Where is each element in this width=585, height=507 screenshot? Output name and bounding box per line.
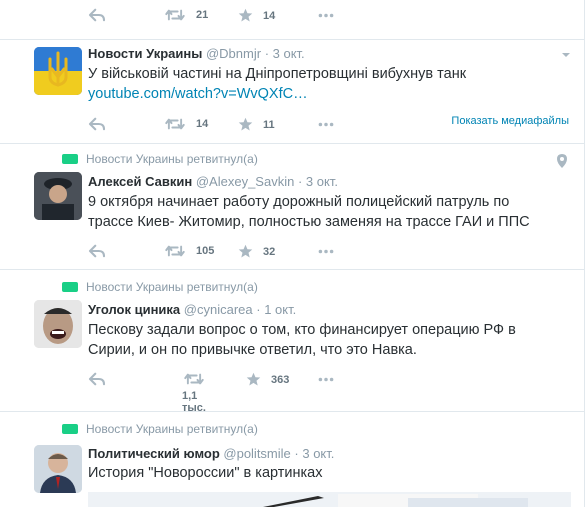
media-preview[interactable] — [88, 492, 571, 507]
tweet-header: Алексей Савкин @Alexey_Savkin · 3 окт. — [88, 174, 338, 189]
tweet-text: 9 октября начинает работу дорожный полиц… — [88, 194, 530, 230]
retweet-context-text[interactable]: Новости Украины ретвитнул(а) — [86, 280, 258, 294]
tweet-time[interactable]: · 3 окт. — [265, 46, 305, 61]
tweet-header: Политический юмор @politsmile · 3 окт. — [88, 446, 334, 461]
more-icon — [318, 13, 334, 18]
tweet-body: У військовій частині на Дніпропетровщині… — [88, 66, 467, 82]
author-name[interactable]: Алексей Савкин — [88, 174, 192, 189]
reply-icon — [88, 372, 106, 386]
retweet-icon — [164, 244, 186, 258]
author-handle[interactable]: @Alexey_Savkin — [196, 174, 294, 189]
chevron-down-icon[interactable] — [561, 50, 571, 60]
star-icon — [246, 372, 261, 387]
reply-icon — [88, 244, 106, 258]
reply-button[interactable] — [88, 372, 106, 386]
author-name[interactable]: Новости Украины — [88, 46, 202, 61]
author-name[interactable]: Уголок циника — [88, 302, 180, 317]
like-button[interactable]: 32 — [238, 244, 275, 259]
retweet-button[interactable]: 1,1 тыс. — [182, 372, 206, 414]
tweet-item[interactable]: Новости Украины @Dbnmjr · 3 окт. У війсь… — [0, 40, 584, 144]
tweet-text: История "Новороссии" в картинках — [88, 465, 323, 481]
politician-avatar-icon — [34, 445, 82, 493]
tweet-item[interactable]: Новости Украины ретвитнул(а) Политически… — [0, 412, 584, 507]
tweet-item[interactable]: Новости Украины ретвитнул(а) Алексей Сав… — [0, 144, 584, 270]
retweet-context: Новости Украины ретвитнул(а) — [62, 280, 258, 294]
more-button[interactable] — [318, 249, 334, 254]
reply-button[interactable] — [88, 8, 106, 22]
retweet-icon — [164, 117, 186, 131]
tweet-time[interactable]: · 1 окт. — [256, 302, 296, 317]
like-count: 363 — [271, 373, 290, 386]
author-name[interactable]: Политический юмор — [88, 446, 220, 461]
more-button[interactable] — [318, 122, 334, 127]
tweet-text: Пескову задали вопрос о том, кто финанси… — [88, 322, 516, 358]
avatar[interactable] — [34, 47, 82, 95]
tweet-item[interactable]: Новости Украины ретвитнул(а) Уголок цини… — [0, 270, 584, 414]
star-icon — [238, 244, 253, 259]
author-handle[interactable]: @politsmile — [223, 446, 290, 461]
retweet-context-text[interactable]: Новости Украины ретвитнул(а) — [86, 422, 258, 436]
reply-icon — [88, 8, 106, 22]
tweet-link[interactable]: youtube.com/watch?v=WvQXfC… — [88, 84, 558, 104]
more-icon — [318, 377, 334, 382]
retweet-badge-icon — [62, 281, 78, 292]
retweet-count: 105 — [196, 245, 215, 257]
tweet-time[interactable]: · 3 окт. — [294, 446, 334, 461]
laughing-face-avatar-icon — [34, 300, 82, 348]
more-icon — [318, 122, 334, 127]
retweet-context: Новости Украины ретвитнул(а) — [62, 152, 258, 166]
more-button[interactable] — [318, 13, 334, 18]
tweet-item[interactable]: 21 14 — [0, 0, 584, 40]
tweet-header: Новости Украины @Dbnmjr · 3 окт. — [88, 46, 305, 61]
author-handle[interactable]: @Dbnmjr — [206, 46, 261, 61]
star-icon — [238, 8, 253, 23]
star-icon — [238, 117, 253, 132]
reply-button[interactable] — [88, 244, 106, 258]
ukraine-emblem-icon — [34, 47, 82, 95]
media-image — [88, 492, 571, 507]
avatar[interactable] — [34, 445, 82, 493]
tweet-time[interactable]: · 3 окт. — [298, 174, 338, 189]
retweet-context: Новости Украины ретвитнул(а) — [62, 422, 258, 436]
retweet-count: 21 — [196, 9, 209, 21]
retweet-button[interactable]: 105 — [164, 244, 214, 258]
retweet-context-text[interactable]: Новости Украины ретвитнул(а) — [86, 152, 258, 166]
retweet-icon — [183, 372, 205, 386]
more-button[interactable] — [318, 377, 334, 382]
retweet-badge-icon — [62, 423, 78, 434]
retweet-icon — [164, 8, 186, 22]
retweet-count: 14 — [196, 118, 209, 130]
retweet-button[interactable]: 21 — [164, 8, 208, 22]
like-button[interactable]: 14 — [238, 8, 275, 23]
like-count: 32 — [263, 245, 276, 258]
avatar[interactable] — [34, 172, 82, 220]
retweet-button[interactable]: 14 — [164, 117, 208, 131]
tweet-header: Уголок циника @cynicarea · 1 окт. — [88, 302, 296, 317]
like-count: 14 — [263, 9, 276, 22]
tweet-text: У військовій частині на Дніпропетровщині… — [88, 64, 558, 104]
reply-button[interactable] — [88, 117, 106, 131]
avatar[interactable] — [34, 300, 82, 348]
location-icon — [557, 154, 567, 168]
police-officer-avatar-icon — [34, 172, 82, 220]
like-button[interactable]: 11 — [238, 117, 275, 132]
reply-icon — [88, 117, 106, 131]
more-icon — [318, 249, 334, 254]
show-media-link[interactable]: Показать медиафайлы — [451, 115, 569, 127]
retweet-badge-icon — [62, 153, 78, 164]
retweet-count: 1,1 тыс. — [182, 390, 206, 414]
author-handle[interactable]: @cynicarea — [184, 302, 253, 317]
like-count: 11 — [263, 118, 275, 131]
like-button[interactable]: 363 — [246, 372, 289, 387]
timeline: 21 14 Новости Украины @Dbnmjr · 3 окт. У… — [0, 0, 585, 507]
